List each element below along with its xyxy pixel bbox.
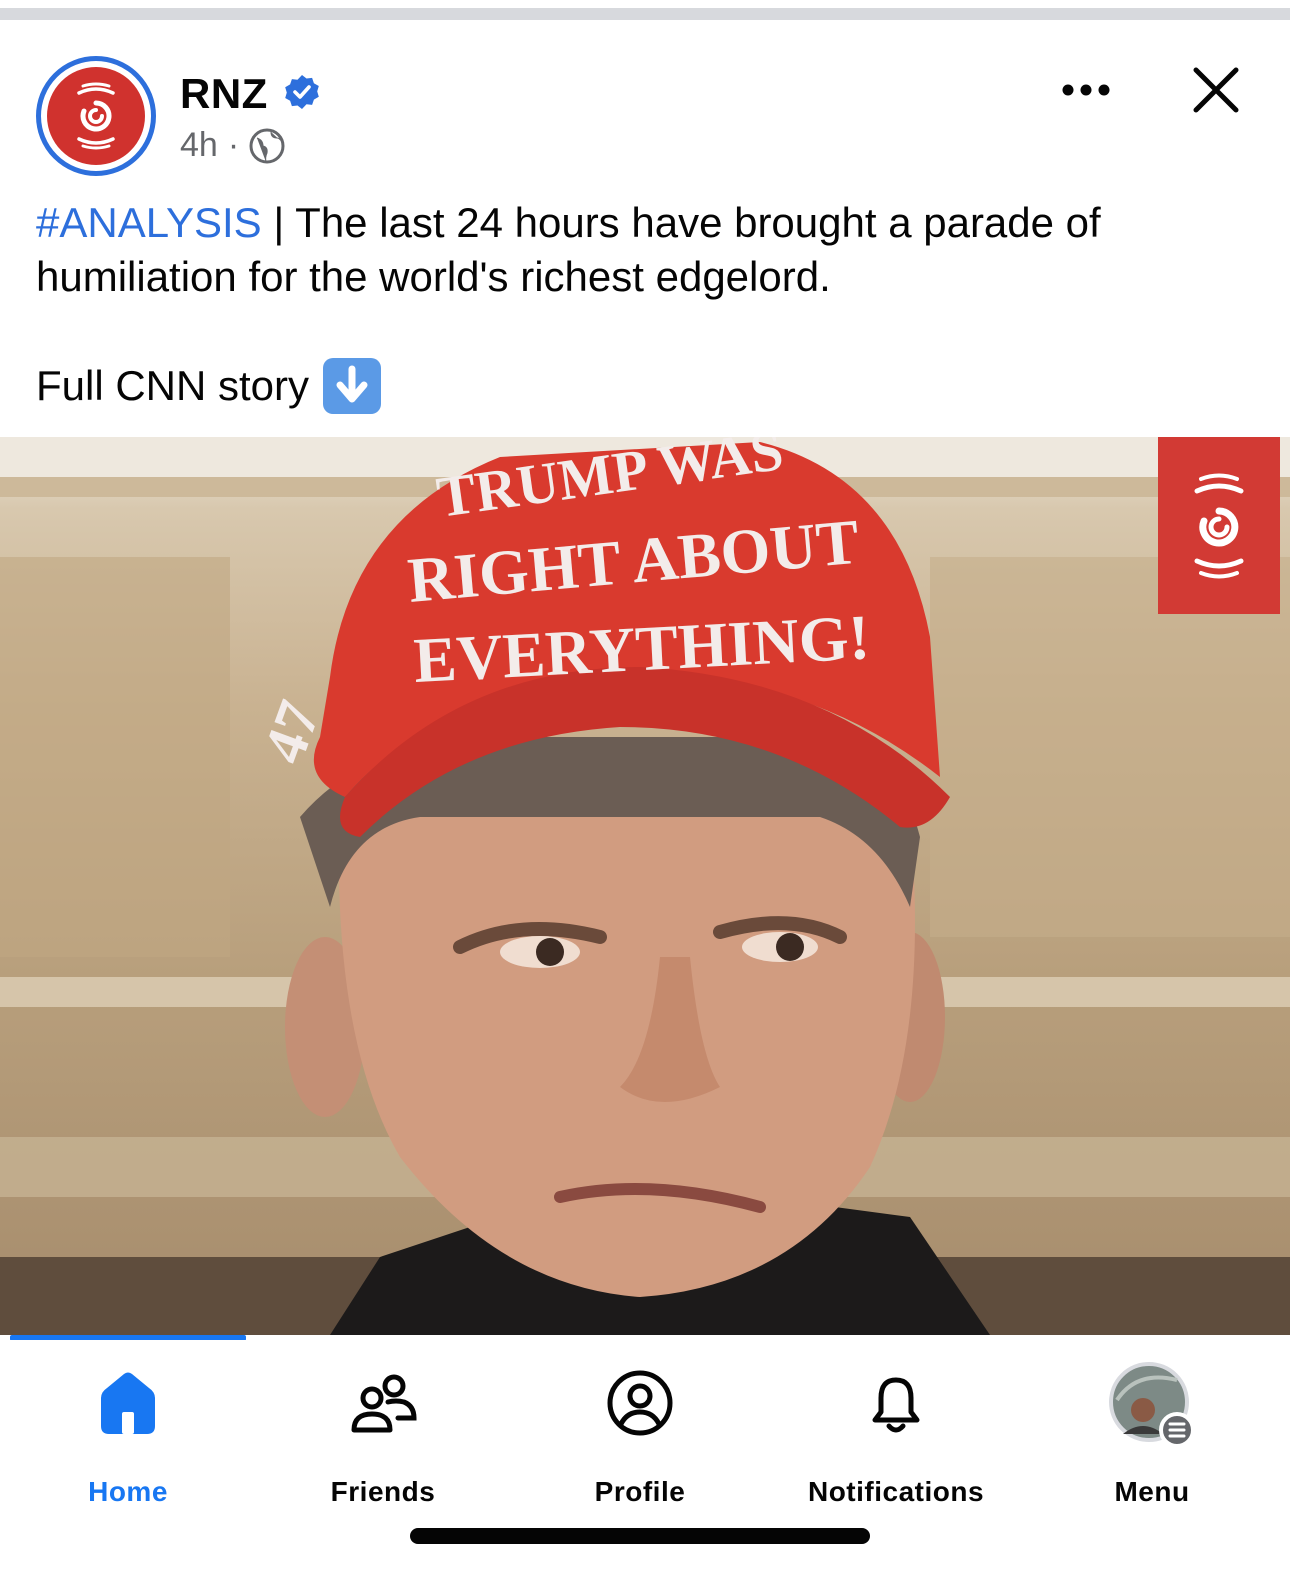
meta-separator: · bbox=[227, 126, 240, 164]
post-text-secondary: Full CNN story bbox=[36, 358, 382, 414]
down-arrow-emoji-icon bbox=[323, 358, 382, 414]
nav-friends-label: Friends bbox=[330, 1476, 436, 1507]
post-time[interactable]: 4h bbox=[180, 126, 218, 165]
post-text: #ANALYSIS | The last 24 hours have broug… bbox=[36, 196, 1256, 304]
home-indicator bbox=[410, 1528, 870, 1544]
globe-icon bbox=[249, 128, 285, 163]
post-meta: 4h · bbox=[180, 126, 285, 165]
verified-badge-icon bbox=[285, 75, 319, 109]
nav-profile[interactable]: Profile bbox=[530, 1360, 750, 1507]
ellipsis-icon bbox=[1062, 84, 1110, 96]
post-header: RNZ 4h · bbox=[0, 20, 1290, 190]
profile-icon bbox=[607, 1370, 673, 1436]
bottom-nav: Home Friends Profile Notifications Menu bbox=[0, 1340, 1290, 1580]
post-photo[interactable]: TRUMP WAS RIGHT ABOUT EVERYTHING! 47 bbox=[0, 437, 1290, 1335]
close-icon[interactable] bbox=[1186, 60, 1246, 120]
rnz-logo-icon bbox=[47, 67, 145, 165]
photo-illustration: TRUMP WAS RIGHT ABOUT EVERYTHING! 47 bbox=[0, 437, 1290, 1335]
nav-menu-label: Menu bbox=[1114, 1476, 1190, 1507]
nav-home[interactable]: Home bbox=[18, 1360, 238, 1507]
friends-icon bbox=[351, 1374, 417, 1433]
post-body-text-2: Full CNN story bbox=[36, 362, 310, 409]
more-options-button[interactable] bbox=[1056, 70, 1116, 110]
nav-menu[interactable]: Menu bbox=[1042, 1360, 1262, 1507]
home-icon bbox=[101, 1372, 155, 1434]
nav-notifications[interactable]: Notifications bbox=[786, 1360, 1006, 1507]
hashtag-link[interactable]: #ANALYSIS bbox=[36, 199, 262, 246]
bell-icon bbox=[872, 1377, 920, 1433]
menu-avatar-icon bbox=[1109, 1362, 1195, 1448]
nav-friends[interactable]: Friends bbox=[273, 1360, 493, 1507]
nav-home-label: Home bbox=[88, 1476, 168, 1507]
page-name[interactable]: RNZ bbox=[180, 70, 268, 118]
nav-notifications-label: Notifications bbox=[807, 1476, 985, 1507]
rnz-watermark-icon bbox=[1158, 437, 1280, 614]
page-avatar[interactable] bbox=[36, 56, 156, 176]
nav-profile-label: Profile bbox=[594, 1476, 686, 1507]
feed-divider bbox=[0, 8, 1290, 20]
